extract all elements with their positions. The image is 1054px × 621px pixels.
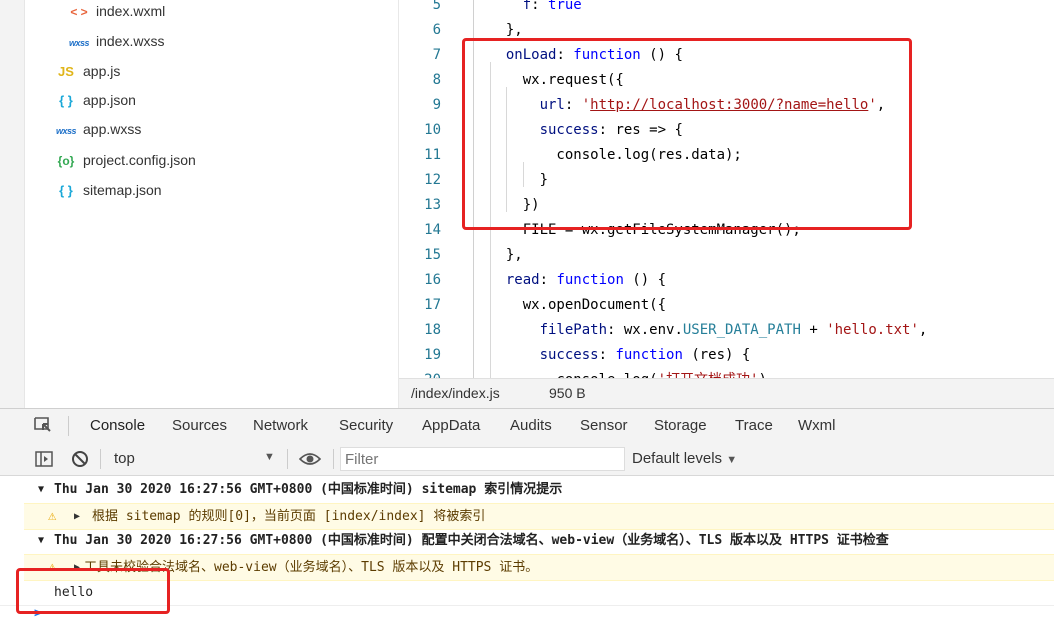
code-line[interactable]: success: function (res) { (489, 343, 751, 368)
filter-input[interactable] (340, 447, 625, 471)
line-number: 16 (424, 272, 441, 288)
file-tree-item[interactable]: { } app.json (55, 89, 136, 111)
code-line[interactable]: read: function () { (489, 268, 666, 293)
inspect-element-icon[interactable] (34, 417, 52, 433)
tab-storage[interactable]: Storage (654, 409, 707, 443)
group-title: Thu Jan 30 2020 16:27:56 GMT+0800 (中国标准时… (54, 533, 889, 548)
warning-text: 根据 sitemap 的规则[0]，当前页面 [index/index] 将被索… (92, 509, 486, 524)
file-tree-item[interactable]: JS app.js (55, 60, 120, 82)
editor-statusbar: /index/index.js 950 B (399, 378, 1054, 409)
code-line[interactable]: f: true (489, 0, 582, 18)
context-select[interactable]: top (114, 450, 135, 467)
line-number: 8 (432, 72, 441, 88)
log-levels-select[interactable]: Default levels ▼ (632, 450, 737, 467)
tab-wxml[interactable]: Wxml (798, 409, 836, 443)
file-name: index.wxss (96, 33, 165, 49)
tab-sensor[interactable]: Sensor (580, 409, 628, 443)
sidebar-toggle-icon[interactable] (35, 451, 53, 471)
json-file-icon: { } (59, 93, 73, 108)
tab-audits[interactable]: Audits (510, 409, 552, 443)
file-name: app.json (83, 92, 136, 108)
tab-sources[interactable]: Sources (172, 409, 227, 443)
line-number: 6 (432, 22, 441, 38)
tab-security[interactable]: Security (339, 409, 393, 443)
expand-triangle-icon[interactable]: ▼ (38, 529, 44, 553)
context-dropdown-icon[interactable]: ▼ (264, 451, 275, 463)
line-number: 17 (424, 297, 441, 313)
tab-trace[interactable]: Trace (735, 409, 773, 443)
code-line[interactable]: console.log('打开文档成功') (489, 368, 766, 378)
file-tree-item[interactable]: wxss index.wxss (68, 30, 164, 52)
file-name: index.wxml (96, 3, 166, 19)
line-number: 11 (424, 147, 441, 163)
tab-appdata[interactable]: AppData (422, 409, 480, 443)
line-number: 20 (399, 368, 441, 378)
divider (287, 449, 288, 469)
code-line[interactable]: filePath: wx.env.USER_DATA_PATH + 'hello… (489, 318, 928, 343)
group-title: Thu Jan 30 2020 16:27:56 GMT+0800 (中国标准时… (54, 482, 563, 497)
divider (68, 416, 69, 436)
expand-triangle-icon[interactable]: ▼ (38, 478, 44, 502)
file-name: app.js (83, 63, 121, 79)
line-number: 14 (424, 222, 441, 238)
line-number: 12 (424, 172, 441, 188)
line-number: 7 (432, 47, 441, 63)
code-line[interactable]: wx.openDocument({ (489, 293, 666, 318)
console-group-header[interactable]: ▼ Thu Jan 30 2020 16:27:56 GMT+0800 (中国标… (0, 478, 1054, 502)
divider (100, 449, 101, 469)
file-tree-item[interactable]: < > index.wxml (68, 0, 165, 22)
console-toolbar: top ▼ Default levels ▼ (0, 443, 1054, 476)
line-number: 5 (432, 0, 441, 13)
line-number: 9 (432, 97, 441, 113)
file-name: project.config.json (83, 152, 196, 168)
line-number: 18 (424, 322, 441, 338)
json-file-icon: { } (59, 183, 73, 198)
code-line[interactable]: }, (489, 243, 523, 268)
levels-dropdown-icon: ▼ (726, 454, 738, 466)
tab-network[interactable]: Network (253, 409, 308, 443)
expand-arrow-icon[interactable]: ▶ (74, 504, 80, 529)
line-number: 15 (424, 247, 441, 263)
file-tree-item[interactable]: {o} project.config.json (55, 149, 196, 171)
js-file-icon: JS (58, 64, 74, 79)
console-group-header[interactable]: ▼ Thu Jan 30 2020 16:27:56 GMT+0800 (中国标… (0, 529, 1054, 553)
file-path: /index/index.js (411, 385, 500, 401)
file-size: 950 B (549, 385, 586, 401)
line-number: 10 (424, 122, 441, 138)
clear-console-icon[interactable] (71, 450, 89, 472)
wxss-file-icon: wxss (68, 38, 90, 48)
divider (333, 449, 334, 469)
line-number: 13 (424, 197, 441, 213)
file-name: sitemap.json (83, 182, 162, 198)
cfg-file-icon: {o} (57, 154, 75, 168)
wxss-file-icon: wxss (55, 126, 77, 136)
tree-left-strip (0, 0, 25, 408)
file-tree-item[interactable]: { } sitemap.json (55, 179, 162, 201)
line-number: 19 (424, 347, 441, 363)
highlight-box-output (16, 568, 170, 614)
devtools-tabbar: Console Sources Network Security AppData Audi… (0, 408, 1054, 445)
warning-icon: ⚠ (48, 508, 57, 524)
eye-icon[interactable] (298, 451, 322, 471)
xml-file-icon: < > (70, 5, 88, 19)
console-warning-row: ⚠ ▶ 工具未校验合法域名、web-view（业务域名）、TLS 版本以及 HT… (24, 554, 1054, 581)
highlight-box-code (462, 38, 912, 230)
tab-console[interactable]: Console (74, 409, 162, 445)
file-tree-item[interactable]: wxss app.wxss (55, 118, 141, 140)
console-warning-row: ⚠ ▶ 根据 sitemap 的规则[0]，当前页面 [index/index]… (24, 503, 1054, 530)
file-tree-panel: < > index.wxml wxss index.wxss JS app.js { } ap… (0, 0, 399, 408)
log-levels-label: Default levels (632, 450, 723, 467)
file-name: app.wxss (83, 121, 142, 137)
